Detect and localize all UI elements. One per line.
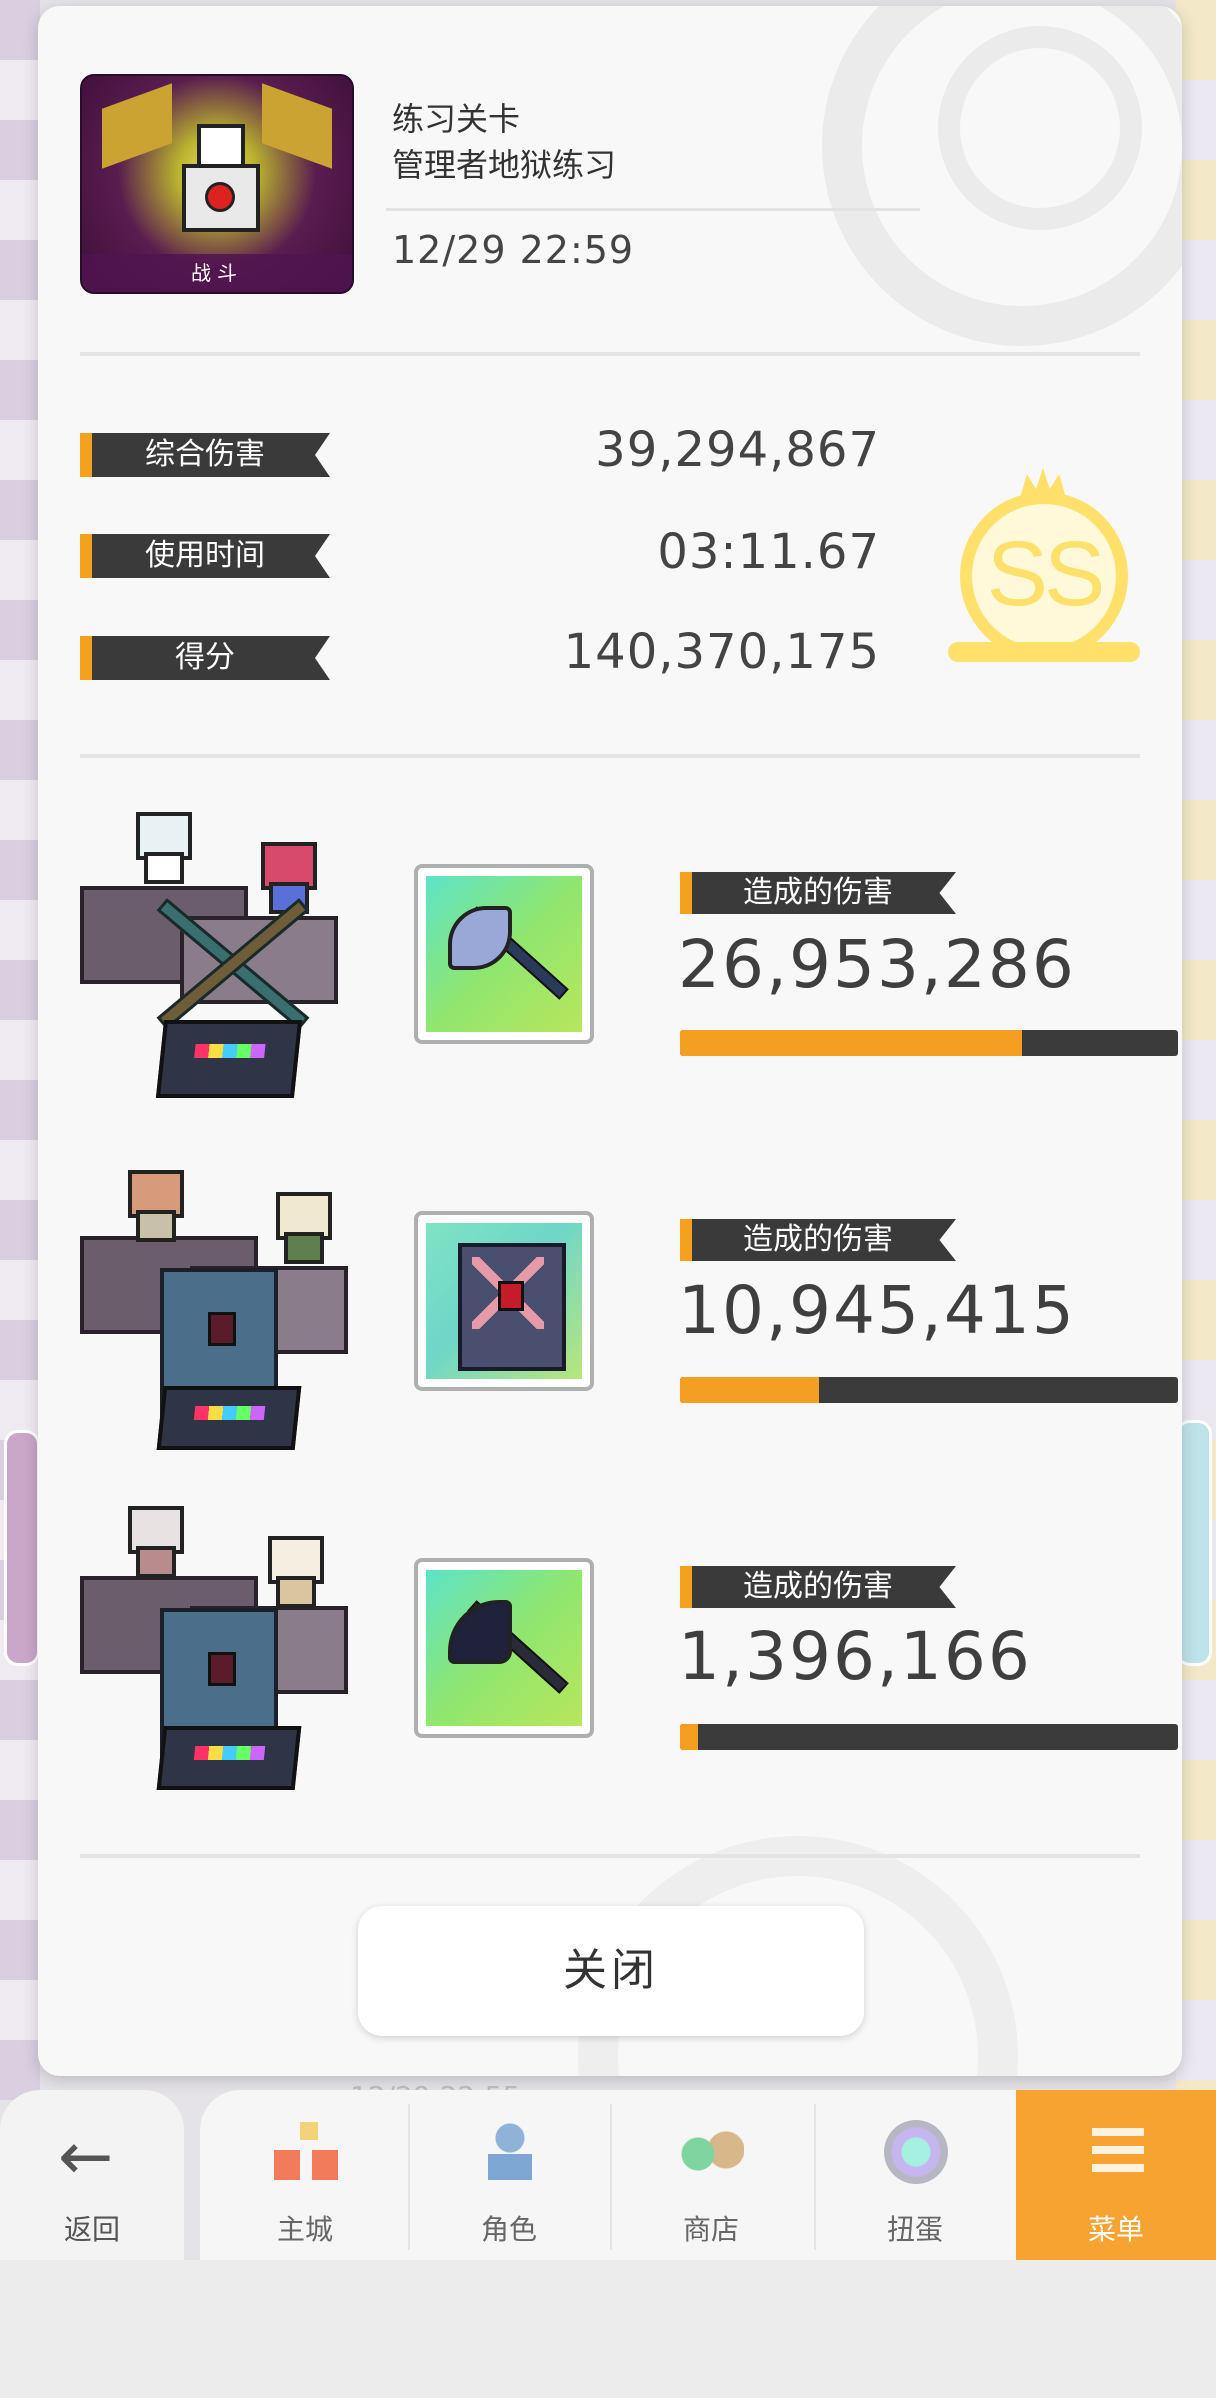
rank-text: SS — [986, 523, 1106, 625]
stage-name: 管理者地狱练习 — [392, 146, 617, 184]
axe-head — [448, 1600, 512, 1664]
team-3-damage-value: 1,396,166 — [678, 1618, 1032, 1695]
background-scenery-right — [1176, 0, 1216, 2100]
nav-gacha-label: 扭蛋 — [886, 2213, 943, 2246]
character-sprite — [122, 1506, 184, 1578]
section-divider — [80, 352, 1140, 356]
character-sprite — [130, 812, 192, 884]
weapon-background — [426, 1570, 582, 1726]
team-2-damage-bar-fill — [680, 1377, 819, 1403]
nav-back-button[interactable]: ← 返回 — [0, 2090, 184, 2260]
section-divider — [80, 754, 1140, 758]
total-damage-label: 综合伤害 — [80, 433, 330, 477]
nav-shop-label: 商店 — [682, 2213, 739, 2246]
team-3-damage-bar-fill — [680, 1724, 698, 1750]
close-button[interactable]: 关闭 — [358, 1906, 864, 2036]
system-bottom-bar — [0, 2260, 1216, 2398]
character-sprite — [255, 842, 317, 914]
stage-divider — [386, 208, 920, 211]
boss-sprite — [172, 124, 262, 234]
character-sprite — [122, 1170, 184, 1242]
pedestal — [156, 1386, 302, 1450]
weapon-slot-1[interactable] — [414, 864, 594, 1044]
time-used-label: 使用时间 — [80, 534, 330, 578]
nav-item-menu[interactable]: 菜单 — [1016, 2090, 1216, 2260]
background-card-left — [4, 1430, 40, 1666]
grimoire-icon — [458, 1243, 566, 1371]
team-3-damage-bar — [680, 1724, 1178, 1750]
nav-item-shop[interactable]: 商店 — [610, 2090, 812, 2260]
boss-wing-right — [262, 83, 332, 169]
nav-menu-label: 菜单 — [1087, 2213, 1144, 2246]
gacha-icon — [884, 2120, 948, 2184]
stage-type: 练习关卡 — [392, 100, 521, 138]
pedestal — [155, 1020, 303, 1098]
nav-item-gacha[interactable]: 扭蛋 — [814, 2090, 1016, 2260]
weapon-slot-3[interactable] — [414, 1558, 594, 1738]
nav-item-character[interactable]: 角色 — [408, 2090, 610, 2260]
axe-head — [448, 906, 512, 970]
score-label: 得分 — [80, 636, 330, 680]
team-2-damage-label: 造成的伤害 — [680, 1219, 956, 1261]
character-icon — [478, 2120, 542, 2184]
rank-base — [948, 642, 1140, 662]
team-3-damage-label: 造成的伤害 — [680, 1566, 956, 1608]
score-value: 140,370,175 — [563, 624, 880, 680]
rank-ss-emblem: SS — [948, 466, 1148, 686]
team-1-damage-label: 造成的伤害 — [680, 872, 956, 914]
team-1-portrait[interactable] — [80, 806, 390, 1106]
section-divider — [80, 1854, 1140, 1858]
team-3-portrait[interactable] — [80, 1496, 390, 1796]
nav-item-city[interactable]: 主城 — [204, 2090, 406, 2260]
city-icon — [274, 2120, 338, 2184]
team-2-portrait[interactable] — [80, 1156, 390, 1456]
boss-wing-left — [102, 83, 172, 169]
back-arrow-icon: ← — [58, 2118, 114, 2195]
team-1-damage-bar — [680, 1030, 1178, 1056]
weapon-background — [426, 1223, 582, 1379]
character-sprite — [270, 1192, 332, 1264]
team-2-damage-value: 10,945,415 — [678, 1272, 1076, 1349]
weapon-background — [426, 876, 582, 1032]
stage-thumbnail-tag: 战斗 — [82, 254, 352, 292]
shop-icon — [680, 2120, 744, 2184]
total-damage-value: 39,294,867 — [595, 422, 880, 478]
team-2-damage-bar — [680, 1377, 1178, 1403]
watermark-emblem-inner — [938, 26, 1142, 230]
stage-thumbnail: 战斗 — [80, 74, 354, 294]
pedestal — [156, 1726, 302, 1790]
weapon-slot-2[interactable] — [414, 1211, 594, 1391]
battle-result-modal: 战斗 练习关卡 管理者地狱练习 12/29 22:59 综合伤害 39,294,… — [38, 6, 1182, 2076]
stage-datetime: 12/29 22:59 — [392, 228, 635, 272]
nav-back-label: 返回 — [63, 2213, 120, 2246]
nav-city-label: 主城 — [276, 2213, 333, 2246]
menu-icon — [1086, 2120, 1150, 2184]
nav-character-label: 角色 — [480, 2213, 537, 2246]
team-1-damage-bar-fill — [680, 1030, 1022, 1056]
team-1-damage-value: 26,953,286 — [678, 926, 1076, 1003]
character-sprite — [262, 1536, 324, 1608]
background-scenery-left — [0, 0, 40, 2100]
time-used-value: 03:11.67 — [657, 524, 880, 580]
